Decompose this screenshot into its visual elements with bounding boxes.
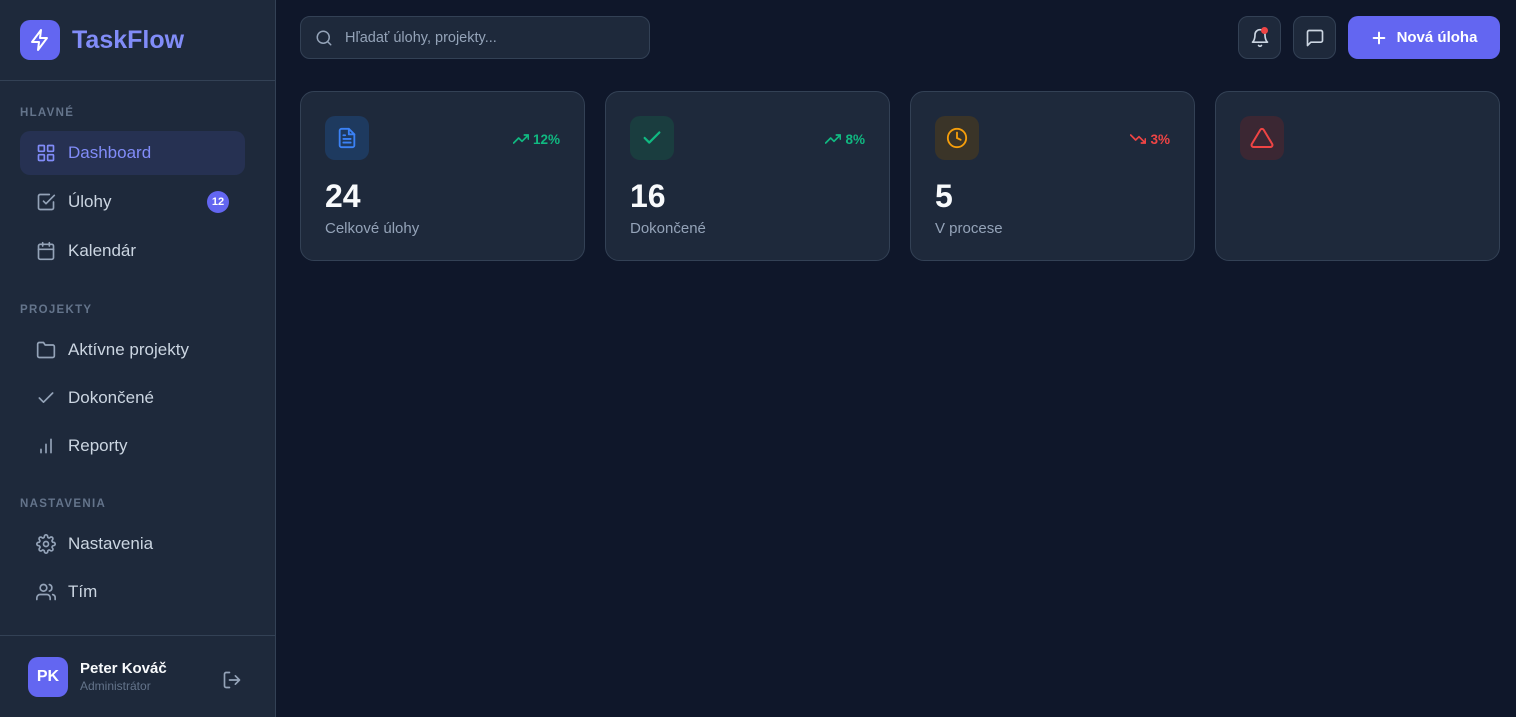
stat-value: 16 xyxy=(630,178,666,214)
sidebar-item-label: Reporty xyxy=(68,436,128,455)
sidebar-item-dashboard[interactable]: Dashboard xyxy=(20,131,245,175)
search-bar[interactable] xyxy=(300,16,650,59)
sidebar-item-reporty[interactable]: Reporty xyxy=(20,424,245,468)
grid-icon xyxy=(36,143,56,163)
plus-icon xyxy=(1371,30,1387,46)
brand[interactable]: TaskFlow xyxy=(0,0,275,81)
search-icon xyxy=(315,29,333,47)
user-role: Administrátor xyxy=(80,679,151,693)
sidebar-item-label: Nastavenia xyxy=(68,534,154,553)
sidebar-item-label: Dokončené xyxy=(68,388,155,407)
stat-label: Dokončené xyxy=(630,220,706,237)
section-title-nastavenia: NASTAVENIA xyxy=(20,498,107,510)
user-profile[interactable]: PK Peter Kováč Administrátor xyxy=(0,635,275,717)
avatar: PK xyxy=(28,656,68,697)
sidebar-item-kalendar[interactable]: Kalendár xyxy=(20,229,245,273)
sidebar-item-ulohy[interactable]: Úlohy 12 xyxy=(20,180,245,224)
trend-up-icon xyxy=(512,134,529,144)
sidebar-item-dokoncene[interactable]: Dokončené xyxy=(20,376,245,420)
gear-icon xyxy=(36,534,56,554)
task-count-badge: 12 xyxy=(207,191,229,213)
stat-value: 5 xyxy=(935,178,953,214)
stat-label: V procese xyxy=(935,220,1003,237)
app-root: TaskFlow HLAVNÉ Dashboard Úlohy 12 Kalen… xyxy=(0,0,1516,717)
sidebar-item-label: Úlohy xyxy=(68,192,112,211)
sidebar-item-label: Tím xyxy=(68,582,98,601)
sidebar-item-label: Dashboard xyxy=(68,143,152,162)
trend-indicator: 8% xyxy=(825,131,865,147)
user-info: Peter Kováč Administrátor xyxy=(80,660,167,693)
message-icon xyxy=(1305,28,1325,48)
sidebar-item-nastavenia[interactable]: Nastavenia xyxy=(20,522,245,566)
stat-card-warning xyxy=(1215,91,1500,261)
trend-down-icon xyxy=(1130,134,1147,144)
notifications-button[interactable] xyxy=(1238,16,1281,59)
sidebar-item-tim[interactable]: Tím xyxy=(20,570,245,614)
sidebar-item-label: Aktívne projekty xyxy=(68,340,189,359)
stat-card-in-progress: 3% 5 V procese xyxy=(910,91,1195,261)
stat-card-completed: 8% 16 Dokončené xyxy=(605,91,890,261)
brand-name: TaskFlow xyxy=(72,25,185,54)
notification-dot xyxy=(1261,27,1268,34)
messages-button[interactable] xyxy=(1293,16,1336,59)
clock-icon xyxy=(935,116,979,160)
new-task-button[interactable]: Nová úloha xyxy=(1348,16,1500,59)
check-icon xyxy=(630,116,674,160)
bar-chart-icon xyxy=(36,436,56,456)
sidebar-nav: HLAVNÉ Dashboard Úlohy 12 Kalendár PROJE… xyxy=(0,81,275,635)
main-content: Nová úloha 12% 24 Celkové úlohy 8% 16 xyxy=(276,0,1516,717)
logout-icon[interactable] xyxy=(222,670,242,690)
stat-label: Celkové úlohy xyxy=(325,220,420,237)
check-icon xyxy=(36,388,56,408)
checkbox-icon xyxy=(36,192,56,212)
trend-up-icon xyxy=(825,134,842,144)
calendar-icon xyxy=(36,241,56,261)
trend-value: 3% xyxy=(1150,131,1170,147)
document-icon xyxy=(325,116,369,160)
sidebar: TaskFlow HLAVNÉ Dashboard Úlohy 12 Kalen… xyxy=(0,0,276,717)
sidebar-item-label: Kalendár xyxy=(68,241,137,260)
new-task-label: Nová úloha xyxy=(1396,29,1478,46)
user-name: Peter Kováč xyxy=(80,660,167,677)
folder-icon xyxy=(36,340,56,360)
stat-card-total: 12% 24 Celkové úlohy xyxy=(300,91,585,261)
sidebar-item-aktivne-projekty[interactable]: Aktívne projekty xyxy=(20,328,245,372)
trend-value: 8% xyxy=(845,131,865,147)
section-title-hlavne: HLAVNÉ xyxy=(20,107,75,119)
section-title-projekty: PROJEKTY xyxy=(20,304,93,316)
trend-indicator: 12% xyxy=(512,131,560,147)
users-icon xyxy=(36,582,56,602)
warning-icon xyxy=(1240,116,1284,160)
stat-value: 24 xyxy=(325,178,361,214)
lightning-icon xyxy=(20,20,60,60)
trend-value: 12% xyxy=(532,131,560,147)
search-input[interactable] xyxy=(345,29,635,46)
trend-indicator: 3% xyxy=(1130,131,1170,147)
